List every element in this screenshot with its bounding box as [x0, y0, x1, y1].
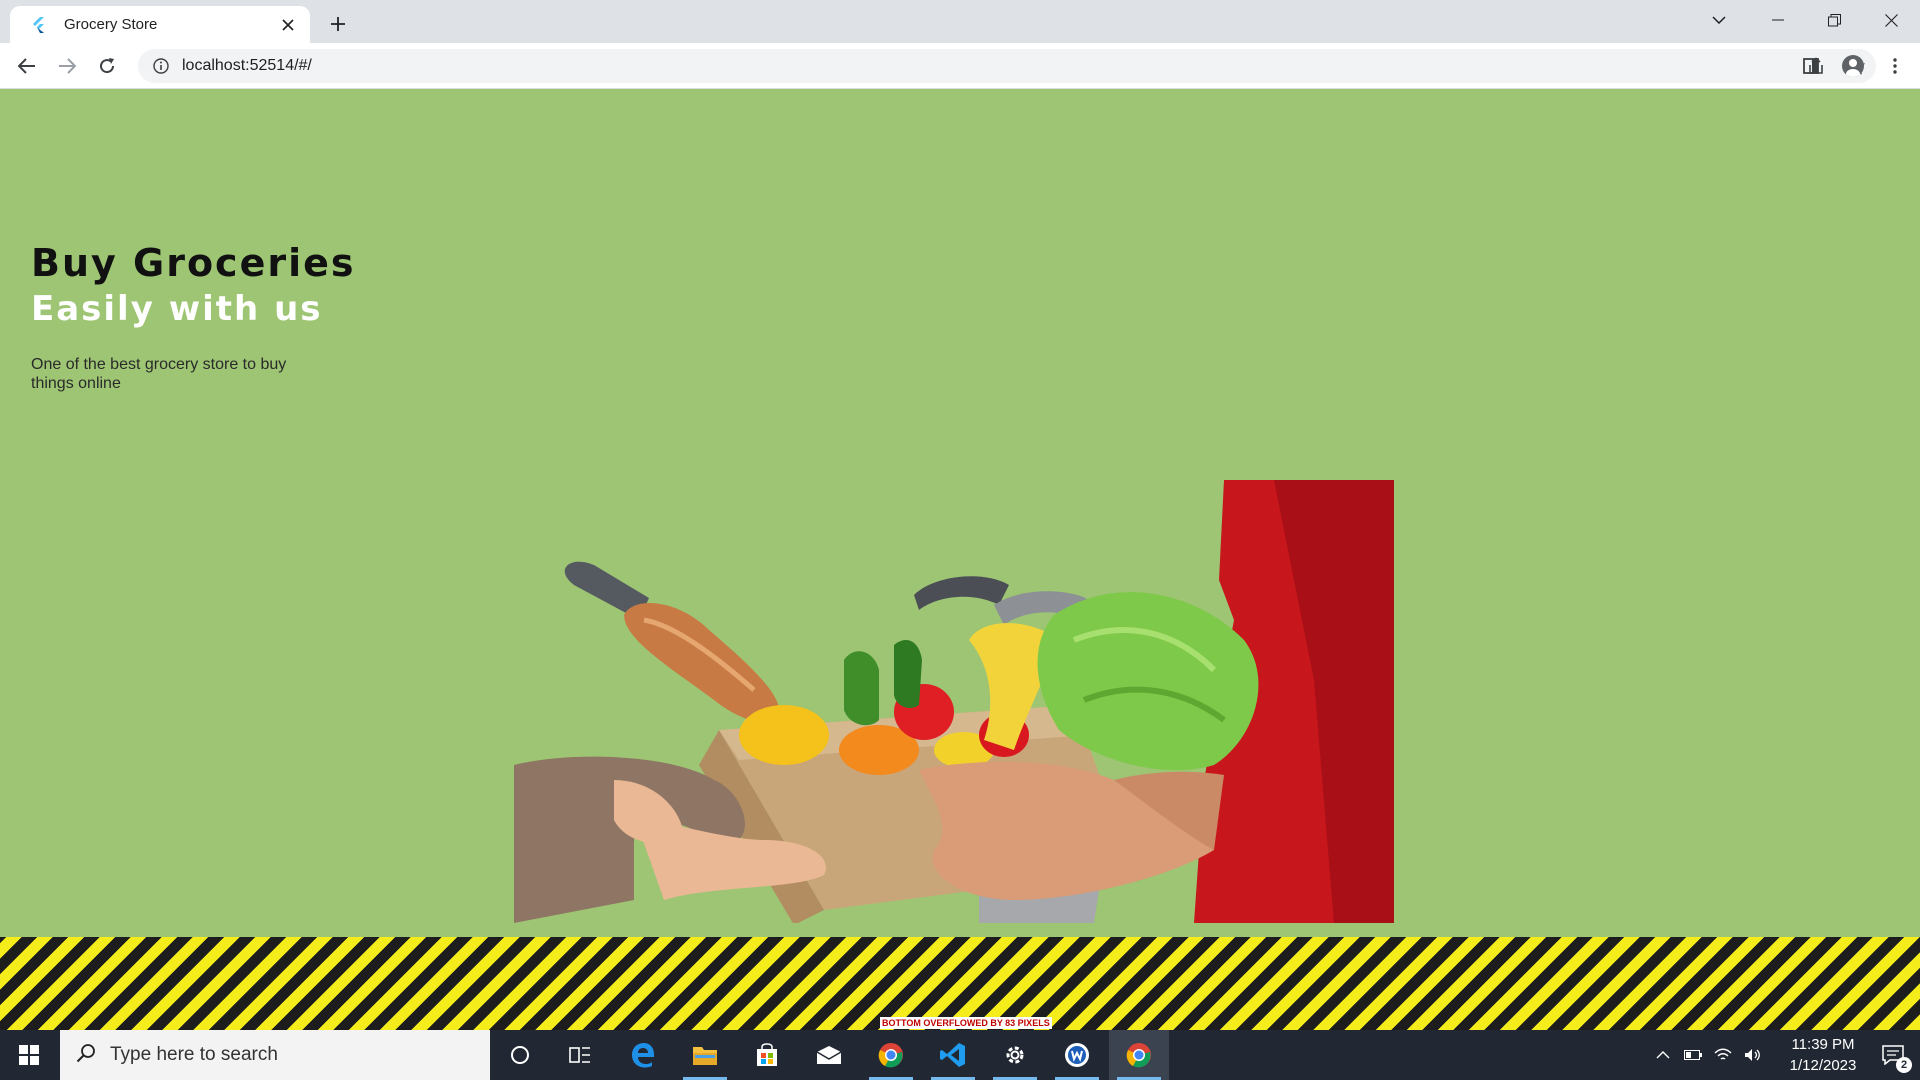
battery-icon[interactable]: [1678, 1030, 1708, 1080]
profile-avatar-icon[interactable]: [1838, 51, 1868, 81]
taskbar-clock[interactable]: 11:39 PM 1/12/2023: [1768, 1034, 1878, 1076]
browser-menu-icon[interactable]: [1880, 51, 1910, 81]
reload-icon[interactable]: [92, 51, 122, 81]
minimize-button[interactable]: [1749, 0, 1806, 40]
hero-description: One of the best grocery store to buy thi…: [31, 356, 287, 392]
app-icon[interactable]: [1047, 1030, 1107, 1080]
close-window-button[interactable]: [1863, 0, 1920, 40]
overflow-warning-label: BOTTOM OVERFLOWED BY 83 PIXELS: [880, 1017, 1052, 1029]
tab-search-icon[interactable]: [1704, 6, 1734, 34]
grocery-box-delivery-photo: [514, 480, 1394, 923]
browser-tab[interactable]: Grocery Store: [10, 6, 310, 43]
tab-title: Grocery Store: [64, 16, 158, 33]
cortana-icon[interactable]: [490, 1030, 550, 1080]
taskbar-search-box[interactable]: Type here to search: [60, 1030, 490, 1080]
edge-icon[interactable]: [613, 1030, 673, 1080]
wifi-icon[interactable]: [1708, 1030, 1738, 1080]
page-content: Buy Groceries Easily with us One of the …: [0, 89, 1920, 1030]
chrome-icon[interactable]: [861, 1030, 921, 1080]
search-icon: [76, 1043, 96, 1068]
flutter-icon: [28, 15, 48, 35]
back-icon[interactable]: [12, 51, 42, 81]
url-text: localhost:52514/#/: [182, 57, 312, 74]
chevron-up-icon[interactable]: [1648, 1030, 1678, 1080]
taskbar-search-placeholder: Type here to search: [110, 1044, 278, 1065]
task-view-icon[interactable]: [550, 1030, 610, 1080]
vscode-icon[interactable]: [923, 1030, 983, 1080]
hero-title: Buy Groceries: [31, 241, 356, 285]
hero-subtitle: Easily with us: [31, 289, 323, 329]
windows-taskbar: Type here to search 11:39 PM 1/12/2023 2: [0, 1030, 1920, 1080]
mail-icon[interactable]: [799, 1030, 859, 1080]
notification-count-badge: 2: [1896, 1057, 1912, 1073]
browser-toolbar: localhost:52514/#/: [0, 43, 1920, 89]
side-panel-icon[interactable]: [1796, 51, 1826, 81]
clock-time: 11:39 PM: [1791, 1036, 1855, 1053]
new-tab-button[interactable]: [324, 10, 352, 38]
clock-date: 1/12/2023: [1789, 1057, 1857, 1074]
notification-center-icon[interactable]: 2: [1866, 1030, 1920, 1080]
file-explorer-icon[interactable]: [675, 1030, 735, 1080]
browser-title-bar: Grocery Store: [0, 0, 1920, 43]
store-icon[interactable]: [737, 1030, 797, 1080]
chrome-icon[interactable]: [1109, 1030, 1169, 1080]
restore-button[interactable]: [1806, 0, 1863, 40]
close-tab-icon[interactable]: [278, 15, 298, 35]
volume-icon[interactable]: [1738, 1030, 1768, 1080]
address-bar[interactable]: localhost:52514/#/: [138, 49, 1876, 83]
settings-icon[interactable]: [985, 1030, 1045, 1080]
windows-start-icon[interactable]: [0, 1030, 58, 1080]
site-info-icon[interactable]: [152, 57, 170, 75]
forward-icon[interactable]: [52, 51, 82, 81]
